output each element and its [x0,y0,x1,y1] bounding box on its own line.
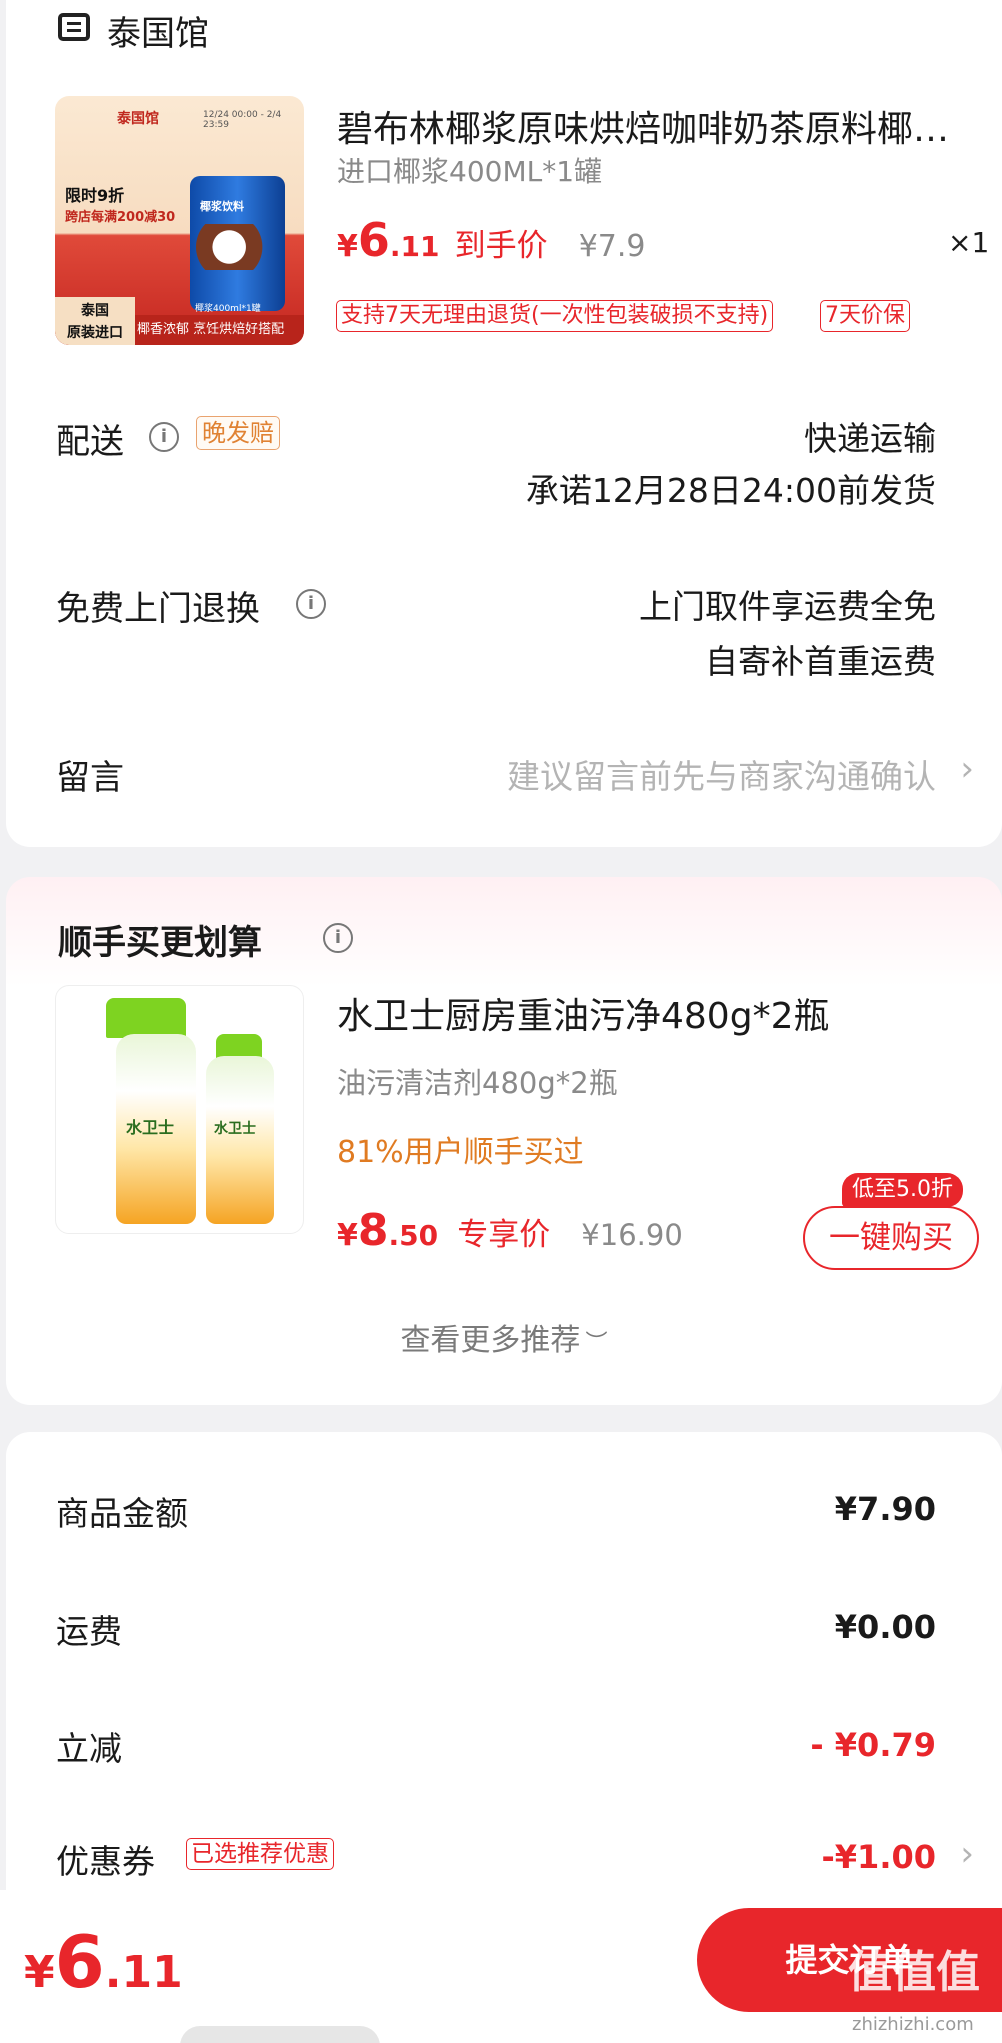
summary-shipping-label: 运费 [56,1612,122,1651]
spray-trigger-image [106,998,186,1038]
order-item-card: 泰国馆 泰国馆 12/24 00:00 - 2/4 23:59 限时9折 跨店每… [6,0,1002,847]
summary-shipping-value: ¥0.00 [834,1608,936,1646]
thumb-size-text: 椰浆400ml*1罐 [195,304,261,314]
thumb-origin-line2: 原装进口 [67,325,123,341]
recommend-product-spec[interactable]: 油污清洁剂480g*2瓶 [337,1060,618,1102]
discount-badge: 低至5.0折 [842,1173,963,1207]
thumb-promo-line1: 限时9折 [65,186,125,205]
quantity[interactable]: ×1 [948,226,989,259]
free-return-label: 免费上门退换 [56,589,260,629]
return-line1: 上门取件享运费全免 [639,587,936,626]
product-price: ¥6.11 到手价 ¥7.9 [337,213,645,267]
thumb-can-text: 椰浆饮料 [200,200,244,213]
rec-price-symbol: ¥ [337,1218,358,1253]
rec-price-decimal: .50 [388,1219,439,1252]
coconut-can-image: 椰浆饮料 [190,176,285,311]
delivery-method[interactable]: 快递运输 [804,412,936,460]
total-integer: 6 [54,1920,105,2004]
recommendation-card: 顺手买更划算 i 水卫士 水卫士 水卫士厨房重油污净480g*2瓶 油污清洁剂4… [6,877,1002,1405]
product-title[interactable]: 碧布林椰浆原味烘焙咖啡奶茶原料椰… [337,100,957,152]
summary-discount-label: 立减 [56,1729,122,1768]
price-decimal: .11 [389,230,440,263]
thumb-store-badge: 泰国馆 [117,111,159,127]
brand-text-2: 水卫士 [214,1121,256,1137]
summary-coupon-value[interactable]: -¥1.00 [822,1838,937,1876]
thumb-bottom-text: 椰香浓郁 烹饪烘焙好搭配 [137,322,285,337]
price-label: 到手价 [454,228,548,264]
chevron-right-icon[interactable]: › [960,749,974,789]
see-more-label: 查看更多推荐 [400,1323,581,1358]
delivery-info-icon[interactable]: i [149,422,179,452]
rec-price-label: 专享价 [457,1217,551,1253]
original-price: ¥7.9 [578,229,646,264]
bottle-image-2: 水卫士 [206,1056,274,1224]
total-decimal: .11 [104,1947,183,1998]
summary-discount-value: - ¥0.79 [810,1726,936,1764]
return-policy-tag: 支持7天无理由退货(一次性包装破损不支持) [336,300,774,332]
thumb-origin-line1: 泰国 [81,303,109,319]
recommend-hint: 81%用户顺手买过 [337,1135,584,1170]
return-info-icon[interactable]: i [296,589,326,619]
product-thumbnail[interactable]: 泰国馆 12/24 00:00 - 2/4 23:59 限时9折 跨店每满200… [55,96,304,345]
price-symbol: ¥ [337,229,358,264]
return-line2: 自寄补首重运费 [705,642,936,681]
coupon-chevron-icon[interactable]: › [960,1834,974,1874]
total-symbol: ¥ [24,1947,55,1998]
price-protect-tag: 7天价保 [820,300,910,332]
store-name[interactable]: 泰国馆 [107,6,209,55]
recommend-product-title[interactable]: 水卫士厨房重油污净480g*2瓶 [337,987,829,1039]
store-icon [58,13,90,41]
product-spec[interactable]: 进口椰浆400ML*1罐 [337,150,602,190]
recommend-price: ¥8.50 专享价 ¥16.90 [337,1205,683,1256]
summary-goods-label: 商品金额 [56,1494,188,1533]
thumb-promo-line2: 跨店每满200减30 [65,210,176,225]
recommend-product-thumbnail[interactable]: 水卫士 水卫士 [55,985,304,1234]
see-more-link[interactable]: 查看更多推荐 ︶ [6,1315,1002,1359]
thumb-origin-tag: 泰国 原装进口 [55,297,135,345]
late-delivery-badge[interactable]: 晚发赔 [196,416,280,450]
recommend-info-icon[interactable]: i [323,923,353,953]
message-input[interactable]: 建议留言前先与商家沟通确认 [507,750,936,798]
home-indicator [180,2026,380,2043]
rec-original-price: ¥16.90 [581,1218,683,1252]
recommend-title: 顺手买更划算 [58,923,262,963]
delivery-label: 配送 [56,422,124,462]
delivery-promise: 承诺12月28日24:00前发货 [525,471,936,510]
one-click-buy-button[interactable]: 一键购买 [803,1206,979,1270]
chevron-down-icon: ︶ [585,1331,608,1356]
thumb-date-range: 12/24 00:00 - 2/4 23:59 [203,110,282,130]
watermark-logo: 值值值 [848,1947,980,1998]
rec-price-integer: 8 [357,1205,389,1256]
brand-text-1: 水卫士 [126,1118,175,1137]
message-label: 留言 [56,758,124,798]
bottle-image-1: 水卫士 [116,1034,196,1224]
price-integer: 6 [357,213,390,267]
coupon-selected-badge: 已选推荐优惠 [186,1838,334,1870]
total-price: ¥6.11 [24,1920,183,2004]
summary-goods-value: ¥7.90 [834,1490,936,1528]
bottom-action-bar: ¥6.11 提交订单 值值值 zhizhizhi.com [0,1890,1002,2043]
watermark-url: zhizhizhi.com [852,2014,974,2035]
summary-coupon-label: 优惠券 [56,1842,155,1881]
